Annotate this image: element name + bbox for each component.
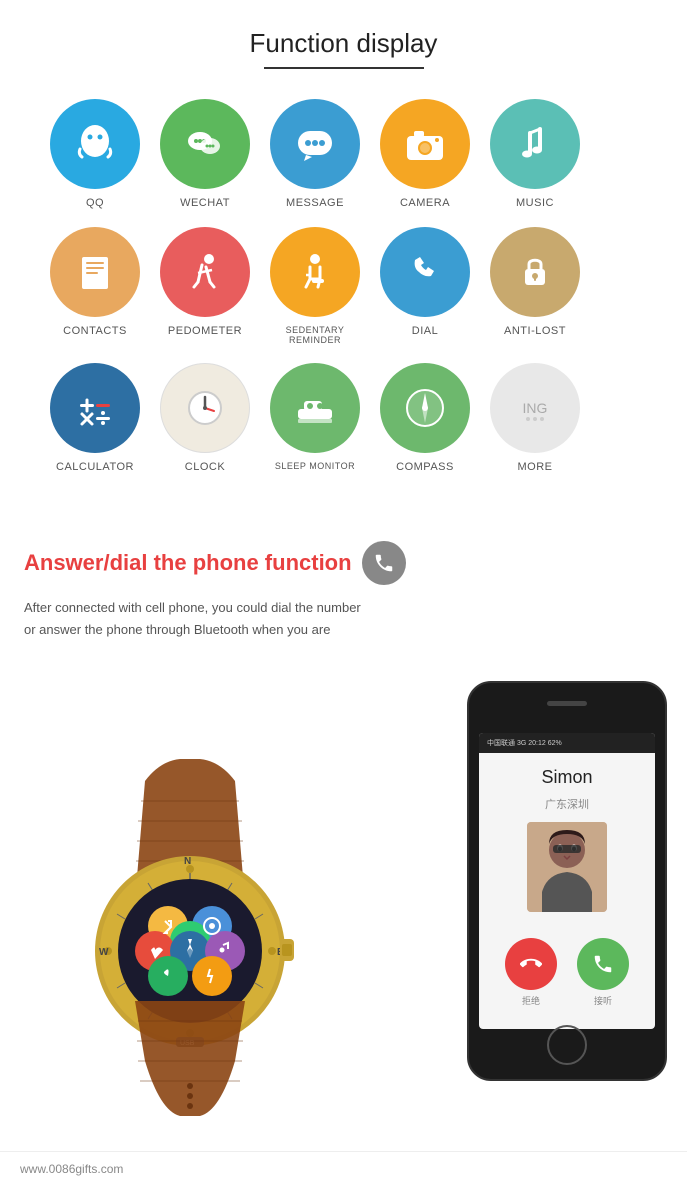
calculator-icon-circle: [50, 363, 140, 453]
clock-icon-circle: [160, 363, 250, 453]
phone-body: 中国联通 3G 20:12 62% Simon 广东深圳: [467, 681, 667, 1081]
contacts-label: CONTACTS: [63, 325, 127, 337]
function-display-section: Function display QQ: [0, 0, 687, 511]
more-icon: ING: [510, 383, 560, 433]
music-icon: [510, 119, 560, 169]
phone-small-icon: [362, 541, 406, 585]
qq-icon-circle: [50, 99, 140, 189]
watch-svg: N E S W: [0, 721, 400, 1121]
watch-illustration: N E S W: [0, 721, 400, 1121]
phone-speaker: [547, 701, 587, 706]
wechat-icon: [180, 119, 230, 169]
svg-text:W: W: [99, 947, 109, 958]
message-label: MESSAGE: [286, 197, 344, 209]
decline-button[interactable]: [505, 938, 557, 990]
icon-item-qq: QQ: [40, 99, 150, 209]
icon-item-camera: CAMERA: [370, 99, 480, 209]
phone-avatar: [527, 822, 607, 912]
icon-item-pedometer: PEDOMETER: [150, 227, 260, 345]
camera-label: CAMERA: [400, 197, 450, 209]
icon-item-more: ING MORE: [480, 363, 590, 473]
dial-icon: [400, 247, 450, 297]
phone-carrier: 中国联通 3G 20:12 62%: [487, 738, 562, 748]
phone-illustration: 中国联通 3G 20:12 62% Simon 广东深圳: [467, 681, 667, 1121]
message-icon-circle: [270, 99, 360, 189]
icon-item-dial: DIAL: [370, 227, 480, 345]
answer-title: Answer/dial the phone function: [24, 541, 663, 585]
dial-icon-circle: [380, 227, 470, 317]
icon-item-music: MUSIC: [480, 99, 590, 209]
icon-item-sleep: SLEEP MONITOR: [260, 363, 370, 473]
phone-caller-location: 广东深圳: [479, 796, 655, 812]
more-label: MORE: [518, 461, 553, 473]
answer-section: Answer/dial the phone function After con…: [0, 511, 687, 661]
phone-call-buttons: 拒绝 接听: [479, 928, 655, 1017]
icon-item-clock: CLOCK: [150, 363, 260, 473]
sleep-icon: [290, 383, 340, 433]
music-icon-circle: [490, 99, 580, 189]
icon-item-message: MESSAGE: [260, 99, 370, 209]
more-icon-circle: ING: [490, 363, 580, 453]
decline-icon: [520, 953, 542, 975]
compass-label: COMPASS: [396, 461, 454, 473]
icons-grid: QQ WECHAT: [20, 99, 667, 491]
camera-icon-circle: [380, 99, 470, 189]
qq-label: QQ: [86, 197, 104, 209]
section-title: Function display: [20, 28, 667, 59]
clock-icon: [180, 383, 230, 433]
camera-icon: [400, 119, 450, 169]
calculator-label: CALCULATOR: [56, 461, 134, 473]
title-underline: [264, 67, 424, 69]
svg-text:ING: ING: [523, 400, 548, 416]
calculator-icon: [70, 383, 120, 433]
avatar-svg: [527, 822, 607, 912]
icon-item-calculator: CALCULATOR: [40, 363, 150, 473]
dial-label: DIAL: [412, 325, 438, 337]
answer-description: After connected with cell phone, you cou…: [24, 597, 364, 641]
pedometer-icon: [180, 247, 230, 297]
product-image-area: N E S W: [0, 661, 687, 1141]
decline-btn-wrapper: 拒绝: [505, 938, 557, 1007]
pedometer-icon-circle: [160, 227, 250, 317]
contacts-icon: [70, 247, 120, 297]
antilost-label: ANTI-LOST: [504, 325, 566, 337]
qq-icon: [70, 119, 120, 169]
clock-label: CLOCK: [185, 461, 225, 473]
compass-icon-circle: [380, 363, 470, 453]
decline-label: 拒绝: [522, 994, 540, 1007]
answer-title-text: Answer/dial the phone function: [24, 550, 352, 576]
compass-icon: [400, 383, 450, 433]
icon-item-sedentary: SEDENTARY REMINDER: [260, 227, 370, 345]
phone-icon-svg: [373, 552, 395, 574]
wechat-icon-circle: [160, 99, 250, 189]
wechat-label: WECHAT: [180, 197, 230, 209]
contacts-icon-circle: [50, 227, 140, 317]
icon-item-compass: COMPASS: [370, 363, 480, 473]
phone-screen: 中国联通 3G 20:12 62% Simon 广东深圳: [479, 733, 655, 1029]
sedentary-icon-circle: [270, 227, 360, 317]
phone-caller-name: Simon: [479, 753, 655, 796]
accept-label: 接听: [594, 994, 612, 1007]
icon-item-wechat: WECHAT: [150, 99, 260, 209]
icon-item-antilost: ANTI-LOST: [480, 227, 590, 345]
phone-home-button[interactable]: [547, 1025, 587, 1065]
sleep-icon-circle: [270, 363, 360, 453]
antilost-icon-circle: [490, 227, 580, 317]
footer-url: www.0086gifts.com: [20, 1162, 123, 1176]
accept-btn-wrapper: 接听: [577, 938, 629, 1007]
message-icon: [290, 119, 340, 169]
pedometer-label: PEDOMETER: [168, 325, 242, 337]
sedentary-label: SEDENTARY REMINDER: [260, 325, 370, 345]
phone-status-bar: 中国联通 3G 20:12 62%: [479, 733, 655, 753]
music-label: MUSIC: [516, 197, 554, 209]
accept-button[interactable]: [577, 938, 629, 990]
icon-item-contacts: CONTACTS: [40, 227, 150, 345]
antilost-icon: [510, 247, 560, 297]
sedentary-icon: [290, 247, 340, 297]
accept-icon: [592, 953, 614, 975]
footer: www.0086gifts.com: [0, 1151, 687, 1186]
svg-text:N: N: [184, 856, 191, 867]
sleep-label: SLEEP MONITOR: [275, 461, 355, 471]
